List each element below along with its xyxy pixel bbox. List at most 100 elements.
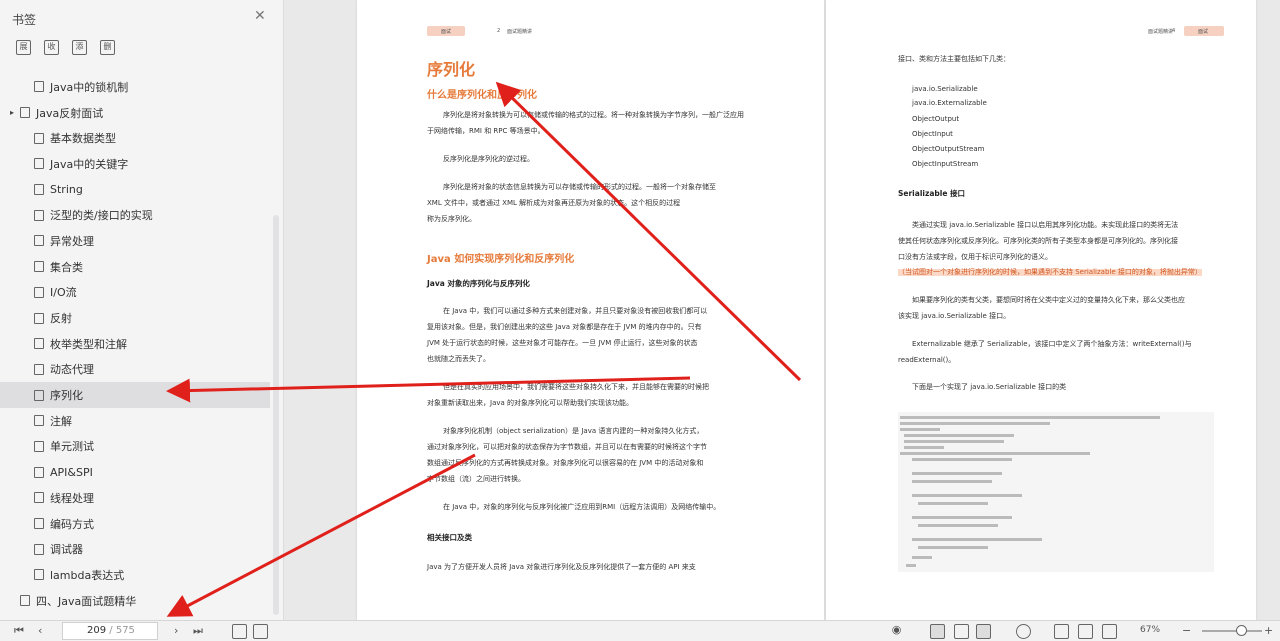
bookmark-icon — [34, 415, 44, 427]
bookmark-item[interactable]: ▸ Java反射面试 — [0, 100, 270, 126]
bookmark-item[interactable]: 编码方式 — [0, 511, 270, 537]
highlighted-note: （当试图对一个对象进行序列化的时候，如果遇到不支持 Serializable 接… — [898, 268, 1202, 276]
first-page-button[interactable]: ⏮ — [14, 624, 24, 638]
bookmark-label: 基本数据类型 — [50, 132, 116, 146]
bookmark-icon — [34, 569, 44, 581]
sidebar-scrollbar[interactable] — [273, 215, 279, 615]
close-icon[interactable]: ✕ — [254, 8, 266, 24]
fit-page-icon[interactable] — [1054, 624, 1069, 639]
bookmark-icon — [34, 389, 44, 401]
paragraph-line: 口没有方法或字段，仅用于标识可序列化的语义。 — [898, 253, 1052, 261]
delete-bookmark-icon[interactable]: 删 — [100, 40, 115, 55]
list-item: ObjectInputStream — [912, 160, 979, 168]
single-page-icon[interactable] — [930, 624, 945, 639]
code-line — [912, 458, 1012, 461]
bookmark-item[interactable]: 异常处理 — [0, 228, 270, 254]
zoom-in-button[interactable]: + — [1264, 624, 1273, 637]
code-line — [912, 516, 1012, 519]
bookmark-item[interactable]: I/O流 — [0, 280, 270, 306]
bookmark-icon — [34, 518, 44, 530]
bookmark-item[interactable]: 泛型的类/接口的实现 — [0, 202, 270, 228]
list-item: ObjectOutputStream — [912, 145, 985, 153]
bookmark-label: Java中的锁机制 — [50, 80, 129, 94]
code-line — [912, 472, 1002, 475]
sidebar-title: 书签 — [12, 13, 37, 27]
paragraph-line: 反序列化是序列化的逆过程。 — [443, 155, 534, 163]
bookmark-item[interactable]: 调试器 — [0, 536, 270, 562]
bookmark-item[interactable]: 动态代理 — [0, 357, 270, 383]
bookmark-item[interactable]: 线程处理 — [0, 485, 270, 511]
bookmark-item[interactable]: 反射 — [0, 305, 270, 331]
bookmark-item[interactable]: 枚举类型和注解 — [0, 331, 270, 357]
paragraph-line: 复用该对象。但是，我们创建出来的这些 Java 对象都是存在于 JVM 的堆内存… — [427, 323, 702, 331]
exit-icon[interactable] — [232, 624, 247, 639]
next-page-button[interactable]: › — [174, 624, 178, 637]
header-num: 2 — [497, 28, 501, 34]
bookmark-label: I/O流 — [50, 286, 77, 300]
page-title: 序列化 — [427, 60, 476, 79]
continuous-page-icon[interactable] — [954, 624, 969, 639]
paragraph-line: 称为反序列化。 — [427, 215, 476, 223]
bookmark-label: API&SPI — [50, 465, 93, 479]
bookmark-label: 集合类 — [50, 260, 83, 274]
bookmark-icon[interactable] — [1102, 624, 1117, 639]
paragraph-line: 如果要序列化的类有父类，要想同时将在父类中定义过的变量持久化下来，那么父类也应 — [912, 296, 1185, 304]
collapse-all-icon[interactable]: 收 — [44, 40, 59, 55]
bookmark-icon — [34, 466, 44, 478]
bookmark-item[interactable]: 集合类 — [0, 254, 270, 280]
bookmark-label: Java反射面试 — [36, 106, 104, 120]
paragraph-line: 数组通过反序列化的方式再转换成对象。对象序列化可以很容易的在 JVM 中的活动对… — [427, 459, 704, 467]
paragraph-line: 对象重新读取出来，Java 的对象序列化可以帮助我们实现该功能。 — [427, 399, 634, 407]
bookmark-label: String — [50, 183, 83, 197]
code-line — [912, 556, 932, 559]
paragraph-line: 对象序列化机制（object serialization）是 Java 语言内建… — [443, 427, 704, 435]
zoom-slider[interactable] — [1202, 630, 1262, 632]
section-heading: Java 如何实现序列化和反序列化 — [427, 254, 575, 265]
bookmark-label: 单元测试 — [50, 440, 94, 454]
last-page-button[interactable]: ⏭ — [193, 624, 203, 638]
play-icon[interactable] — [1016, 624, 1031, 639]
code-line — [904, 446, 944, 449]
bookmark-item[interactable]: lambda表达式 — [0, 562, 270, 588]
bookmark-item[interactable]: 单元测试 — [0, 434, 270, 460]
bookmark-icon — [34, 543, 44, 555]
bookmark-label: 动态代理 — [50, 363, 94, 377]
add-bookmark-icon[interactable]: 添 — [72, 40, 87, 55]
bookmark-item[interactable]: 基本数据类型 — [0, 125, 270, 151]
bookmark-icon — [34, 261, 44, 273]
expand-all-icon[interactable]: 展 — [16, 40, 31, 55]
paragraph-line: 序列化是将对象转换为可以存储或传输的格式的过程。将一种对象转换为字节序列，一般广… — [443, 111, 744, 119]
status-bar: ⏮ ‹ 209 / 575 › ⏭ ◉ 67% − + — [0, 620, 1280, 641]
bookmark-item[interactable]: Java中的关键字 — [0, 151, 270, 177]
page-number-input[interactable]: 209 / 575 — [62, 622, 158, 640]
bookmark-item[interactable]: 四、Java面试题精华 — [0, 588, 270, 614]
code-line — [900, 452, 1090, 455]
bookmark-icon — [20, 107, 30, 119]
document-page-left: 面试 2 面试题精讲 序列化 什么是序列化和反序列化 序列化是将对象转换为可以存… — [357, 0, 824, 620]
bookmark-icon — [34, 184, 44, 196]
zoom-out-button[interactable]: − — [1182, 624, 1191, 637]
paragraph-line: 类通过实现 java.io.Serializable 接口以启用其序列化功能。未… — [912, 221, 1179, 229]
paragraph-line: 但是在真实的应用场景中，我们需要将这些对象持久化下来，并且能够在需要的时候把 — [443, 383, 709, 391]
bookmark-label: 线程处理 — [50, 491, 94, 505]
bookmark-icon — [34, 235, 44, 247]
zoom-slider-knob[interactable] — [1236, 625, 1247, 636]
bookmark-item[interactable]: Java中的锁机制 — [0, 74, 270, 100]
expand-toggle-icon[interactable]: ▸ — [10, 108, 14, 117]
view-icon[interactable] — [253, 624, 268, 639]
paragraph-line: JVM 处于运行状态的时候，这些对象才可能存在。一旦 JVM 停止运行，这些对象… — [427, 339, 698, 347]
prev-page-button[interactable]: ‹ — [38, 624, 42, 637]
header-text: 面试题精讲 — [1148, 29, 1174, 35]
code-line — [900, 416, 1160, 419]
bookmark-item[interactable]: 序列化 — [0, 382, 270, 408]
bookmark-item[interactable]: API&SPI — [0, 459, 270, 485]
zoom-level[interactable]: 67% — [1140, 625, 1160, 635]
bookmark-item[interactable]: String — [0, 177, 270, 203]
bookmark-label: lambda表达式 — [50, 568, 125, 582]
bookmark-icon — [20, 595, 30, 607]
paragraph-line: 通过对象序列化，可以把对象的状态保存为字节数组，并且可以在有需要的时候将这个字节 — [427, 443, 707, 451]
double-page-icon[interactable] — [976, 624, 991, 639]
eye-icon[interactable]: ◉ — [890, 624, 903, 637]
bookmark-item[interactable]: 注解 — [0, 408, 270, 434]
fit-width-icon[interactable] — [1078, 624, 1093, 639]
